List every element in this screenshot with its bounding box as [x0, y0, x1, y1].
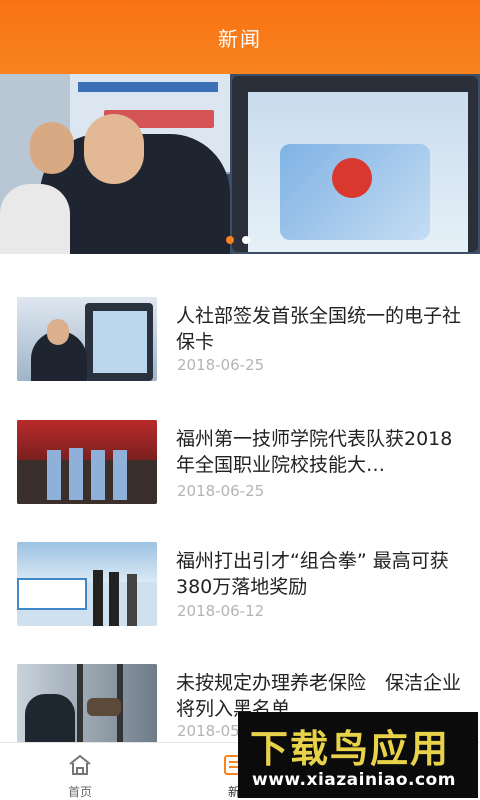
banner-person-face: [84, 114, 144, 184]
news-title: 福州打出引才“组合拳” 最高可获380万落地奖励: [176, 550, 449, 598]
news-thumbnail: [17, 297, 157, 381]
carousel-dot-active[interactable]: [226, 236, 234, 244]
tab-home[interactable]: 首页: [20, 743, 140, 800]
page-title: 新闻: [218, 26, 262, 51]
news-title: 福州第一技师学院代表队获2018年全国职业院校技能大…: [176, 428, 453, 476]
news-date: 2018-05: [177, 722, 240, 740]
news-item[interactable]: 福州打出引才“组合拳” 最高可获380万落地奖励 2018-06-12: [0, 542, 480, 666]
news-banner-carousel[interactable]: [0, 74, 480, 254]
news-thumbnail: [17, 664, 157, 748]
carousel-dot[interactable]: [242, 236, 250, 244]
news-title: 人社部签发首张全国统一的电子社保卡: [176, 305, 462, 353]
news-thumbnail: [17, 420, 157, 504]
watermark-logo: 下载鸟应用 www.xiazainiao.com: [238, 712, 478, 798]
watermark-text: 下载鸟应用: [250, 727, 451, 771]
news-thumbnail: [17, 542, 157, 626]
news-date: 2018-06-12: [177, 602, 265, 620]
news-date: 2018-06-25: [177, 482, 265, 500]
banner-emblem: [332, 158, 372, 198]
news-item[interactable]: 人社部签发首张全国统一的电子社保卡 2018-06-25: [0, 254, 480, 381]
app-header: 新闻: [0, 0, 480, 74]
banner-person-secondary: [0, 184, 70, 254]
tab-home-label: 首页: [67, 785, 92, 799]
banner-person-secondary-face: [30, 122, 74, 174]
news-item[interactable]: 福州第一技师学院代表队获2018年全国职业院校技能大… 2018-06-25: [0, 378, 480, 504]
carousel-indicator: [226, 236, 250, 244]
home-icon: [69, 754, 91, 775]
news-date: 2018-06-25: [177, 356, 265, 374]
watermark-url: www.xiazainiao.com: [252, 770, 456, 790]
